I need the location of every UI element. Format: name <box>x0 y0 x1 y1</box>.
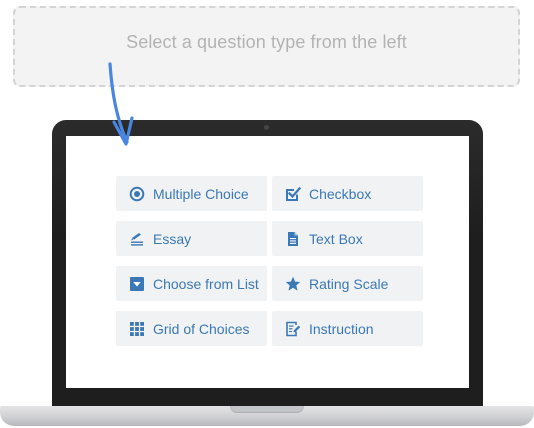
laptop-base-notch <box>230 406 304 413</box>
question-type-label: Multiple Choice <box>153 185 249 202</box>
question-type-choose-from-list[interactable]: Choose from List <box>116 266 267 301</box>
question-type-checkbox[interactable]: Checkbox <box>272 176 423 211</box>
pencil-lines-icon <box>129 231 145 247</box>
laptop-camera <box>264 125 269 130</box>
laptop-base <box>0 406 534 426</box>
question-type-label: Instruction <box>309 320 374 337</box>
question-type-grid-of-choices[interactable]: Grid of Choices <box>116 311 267 346</box>
question-type-label: Essay <box>153 230 192 247</box>
question-type-text-box[interactable]: Text Box <box>272 221 423 256</box>
question-drop-zone[interactable]: Select a question type from the left <box>13 6 520 87</box>
drop-zone-hint: Select a question type from the left <box>126 32 407 52</box>
question-type-label: Text Box <box>309 230 363 247</box>
question-type-label: Checkbox <box>309 185 372 202</box>
question-type-instruction[interactable]: Instruction <box>272 311 423 346</box>
stage: Select a question type from the left Mul… <box>0 0 534 428</box>
star-icon <box>285 276 301 292</box>
radio-icon <box>129 186 145 202</box>
question-type-multiple-choice[interactable]: Multiple Choice <box>116 176 267 211</box>
checkbox-icon <box>285 186 301 202</box>
document-icon <box>285 231 301 247</box>
grid-icon <box>129 321 145 337</box>
question-type-essay[interactable]: Essay <box>116 221 267 256</box>
question-type-rating-scale[interactable]: Rating Scale <box>272 266 423 301</box>
question-type-label: Rating Scale <box>309 275 389 292</box>
pointer-arrow-icon <box>108 62 134 146</box>
instruction-icon <box>285 321 301 337</box>
question-type-label: Choose from List <box>153 275 259 292</box>
dropdown-icon <box>129 276 145 292</box>
question-type-grid: Multiple Choice Checkbox Essay Text Box … <box>116 176 423 346</box>
question-type-label: Grid of Choices <box>153 320 250 337</box>
